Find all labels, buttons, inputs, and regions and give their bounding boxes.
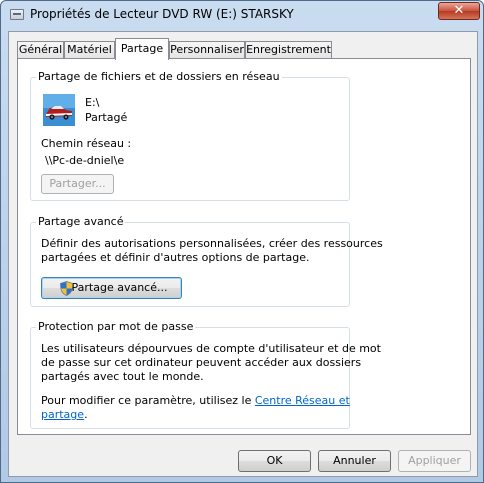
network-sharing-group: Partage de fichiers et de dossiers en ré… [30, 70, 350, 201]
advanced-sharing-button-label: Partage avancé... [71, 281, 168, 294]
password-desc-line2: de passe sur cet ordinateur peuvent accé… [41, 356, 362, 369]
window-title: Propriétés de Lecteur DVD RW (E:) STARSK… [30, 7, 294, 21]
password-modify-text: Pour modifier ce paramètre, utilisez le … [41, 394, 350, 407]
advanced-desc-line2: partagées et définir d'autres options de… [41, 251, 310, 264]
drive-name: E:\ [85, 96, 100, 109]
cancel-button[interactable]: Annuler [318, 450, 391, 472]
uac-shield-icon [60, 281, 73, 296]
tab-personnaliser[interactable]: Personnaliser [169, 41, 245, 59]
tab-partage[interactable]: Partage [115, 38, 169, 60]
advanced-desc-line1: Définir des autorisations personnalisées… [41, 237, 383, 250]
password-modify-prefix: Pour modifier ce paramètre, utilisez le [41, 394, 255, 407]
password-protection-legend: Protection par mot de passe [36, 320, 196, 333]
dvd-drive-icon [10, 9, 24, 20]
advanced-sharing-button[interactable]: Partage avancé... [41, 277, 182, 299]
network-path-label: Chemin réseau : [41, 137, 132, 150]
properties-dialog: Propriétés de Lecteur DVD RW (E:) STARSK… [0, 0, 484, 483]
apply-button[interactable]: Appliquer [398, 450, 471, 472]
advanced-sharing-group: Partage avancé Définir des autorisations… [30, 215, 383, 307]
network-center-link-cont[interactable]: partage [41, 408, 84, 421]
tab-general[interactable]: Général [17, 41, 64, 59]
network-center-link[interactable]: Centre Réseau et [255, 394, 350, 407]
network-path-value: \\Pc-de-dniel\e [45, 154, 125, 167]
password-modify-text-line2: partage. [41, 408, 88, 421]
shared-drive-icon [43, 94, 75, 126]
dialog-client-area: Général Matériel Partage Personnaliser E… [8, 31, 478, 477]
tab-materiel[interactable]: Matériel [64, 41, 115, 59]
network-sharing-legend: Partage de fichiers et de dossiers en ré… [36, 70, 282, 83]
advanced-sharing-legend: Partage avancé [36, 215, 126, 228]
password-protection-group: Protection par mot de passe Les utilisat… [30, 320, 381, 429]
password-modify-suffix: . [84, 408, 88, 421]
tab-enregistrement[interactable]: Enregistrement [245, 41, 332, 59]
password-desc-line3: partagés avec tout le monde. [41, 370, 204, 383]
ok-button[interactable]: OK [238, 450, 311, 472]
title-bar[interactable]: Propriétés de Lecteur DVD RW (E:) STARSK… [1, 1, 483, 31]
share-button[interactable]: Partager... [41, 174, 114, 194]
password-desc-line1: Les utilisateurs dépourvues de compte d'… [41, 342, 381, 355]
share-status: Partagé [85, 111, 128, 124]
close-button[interactable]: ✕ [438, 2, 480, 20]
partage-tab-panel: Partage de fichiers et de dossiers en ré… [17, 58, 471, 435]
